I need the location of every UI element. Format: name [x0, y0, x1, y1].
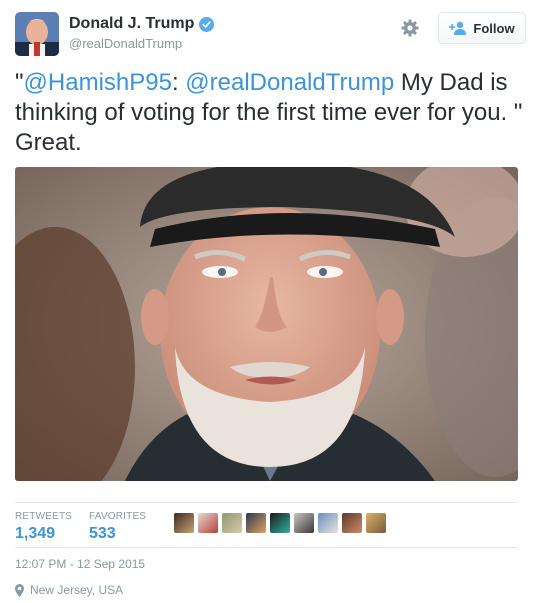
gear-icon[interactable] [400, 18, 420, 38]
favoriter-avatar[interactable] [246, 513, 266, 533]
favorites-stat[interactable]: FAVORITES 533 [89, 511, 146, 543]
tweet-timestamp[interactable]: 12:07 PM - 12 Sep 2015 [15, 557, 145, 571]
map-pin-icon [15, 583, 24, 597]
favoriter-avatar[interactable] [366, 513, 386, 533]
location-text: New Jersey, USA [30, 583, 124, 597]
tweet-photo[interactable] [15, 167, 518, 481]
mention-link-realdonaldtrump[interactable]: @realDonaldTrump [185, 69, 394, 96]
tweet-header: Donald J. Trump @realDonaldTrump Follow [15, 12, 526, 56]
verified-badge-icon [199, 16, 215, 32]
name-row: Donald J. Trump [69, 15, 215, 33]
follow-button[interactable]: Follow [438, 12, 526, 44]
favoriter-avatar[interactable] [270, 513, 290, 533]
colon-separator: : [171, 69, 186, 96]
retweets-label: RETWEETS [15, 511, 73, 522]
favoriter-avatar[interactable] [294, 513, 314, 533]
add-person-icon [449, 21, 467, 35]
favoriters-avatars [174, 513, 386, 533]
tweet-stats: RETWEETS 1,349 FAVORITES 533 [15, 502, 518, 548]
favorites-count: 533 [89, 525, 116, 542]
favorites-label: FAVORITES [89, 511, 147, 522]
display-name[interactable]: Donald J. Trump [69, 15, 194, 33]
retweets-count: 1,349 [15, 525, 56, 542]
favoriter-avatar[interactable] [342, 513, 362, 533]
retweets-stat[interactable]: RETWEETS 1,349 [15, 511, 72, 543]
user-avatar[interactable] [15, 12, 59, 56]
follow-label: Follow [473, 20, 515, 36]
screen-name[interactable]: @realDonaldTrump [69, 36, 182, 51]
tweet-location[interactable]: New Jersey, USA [15, 583, 123, 597]
favoriter-avatar[interactable] [174, 513, 194, 533]
open-quote: " [15, 69, 24, 96]
favoriter-avatar[interactable] [222, 513, 242, 533]
favoriter-avatar[interactable] [318, 513, 338, 533]
tweet-text: "@HamishP95: @realDonaldTrump My Dad is … [15, 68, 526, 158]
favoriter-avatar[interactable] [198, 513, 218, 533]
mention-link-hamish[interactable]: @HamishP95 [24, 69, 172, 96]
